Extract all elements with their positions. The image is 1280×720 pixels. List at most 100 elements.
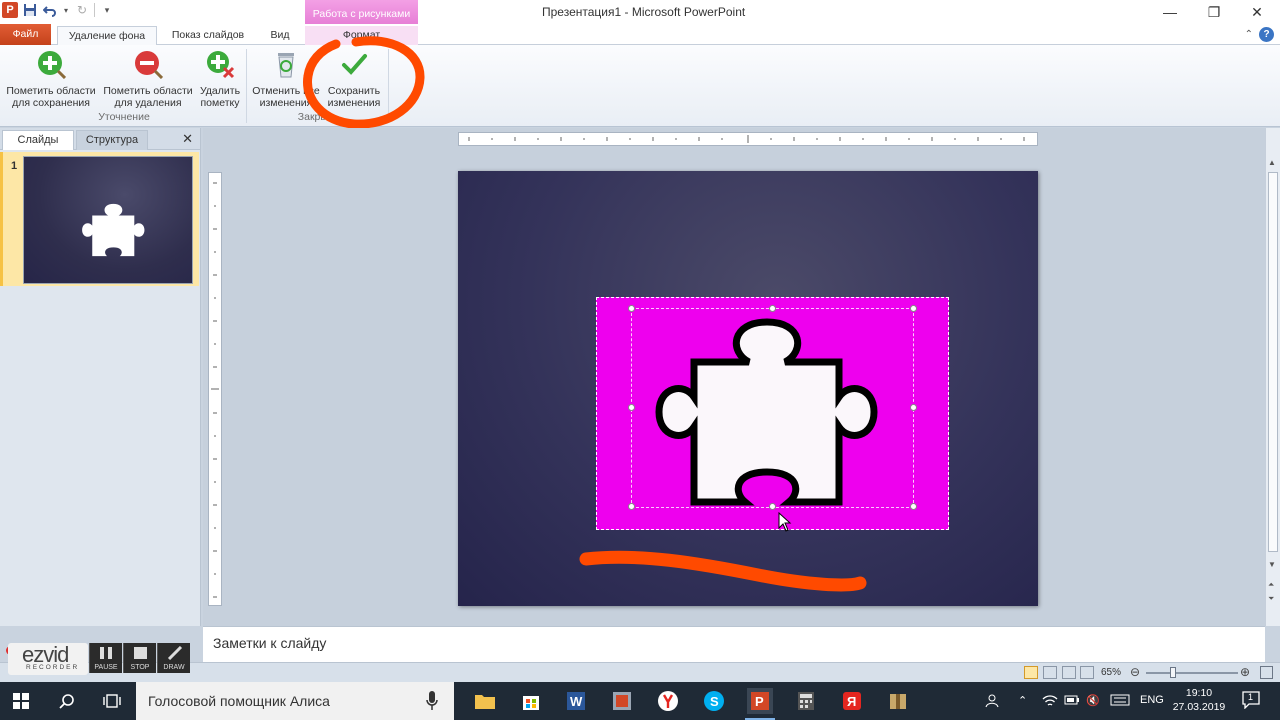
pane-tabs: Слайды Структура ✕ xyxy=(0,128,200,150)
network-icon[interactable] xyxy=(1042,694,1058,711)
zoom-in-icon[interactable]: ⊕ xyxy=(1240,665,1250,679)
store-icon[interactable] xyxy=(518,688,544,714)
scrollbar-thumb[interactable] xyxy=(1268,172,1278,552)
annotation-underline xyxy=(579,550,867,592)
close-pane-icon[interactable]: ✕ xyxy=(182,131,193,147)
help-icon[interactable]: ? xyxy=(1259,27,1274,42)
tab-background-removal[interactable]: Удаление фона xyxy=(57,26,157,46)
battery-icon[interactable] xyxy=(1064,694,1080,709)
resize-handle[interactable] xyxy=(769,305,776,312)
notes-pane[interactable]: Заметки к слайду xyxy=(203,626,1265,662)
slides-pane: Слайды Структура ✕ 1 xyxy=(0,128,201,626)
horizontal-ruler-ticks xyxy=(468,135,1025,143)
ezvid-stop-button[interactable]: STOP xyxy=(123,643,156,673)
slide-thumbnail[interactable] xyxy=(23,156,193,284)
keyboard-icon[interactable] xyxy=(1110,694,1130,709)
tab-view[interactable]: Вид xyxy=(262,26,298,45)
window-title: Презентация1 - Microsoft PowerPoint xyxy=(542,5,746,19)
delete-mark-label: Удалить пометку xyxy=(199,85,241,109)
fit-slide-icon[interactable] xyxy=(1260,666,1273,679)
zoom-slider-thumb[interactable] xyxy=(1170,667,1176,678)
zoom-level[interactable]: 65% xyxy=(1101,667,1121,678)
save-icon[interactable] xyxy=(22,2,38,18)
svg-text:S: S xyxy=(710,694,719,709)
draw-label: DRAW xyxy=(163,664,185,671)
horizontal-ruler[interactable] xyxy=(458,132,1038,146)
vertical-scrollbar[interactable]: ▲ ▼ ⏶ ⏷ xyxy=(1265,128,1280,626)
mark-remove-button[interactable]: Пометить области для удаления xyxy=(100,49,196,109)
tray-expand-icon[interactable]: ⌃ xyxy=(1018,694,1027,707)
minus-pen-icon xyxy=(133,49,164,80)
plus-pen-icon xyxy=(36,49,67,80)
calculator-icon[interactable] xyxy=(793,688,819,714)
windows-taskbar: Голосовой помощник Алиса W S P Я ⌃ 🔇 ENG… xyxy=(0,682,1280,720)
resize-handle[interactable] xyxy=(910,404,917,411)
mark-keep-label: Пометить области для сохранения xyxy=(6,85,96,109)
resize-handle[interactable] xyxy=(910,305,917,312)
tab-outline[interactable]: Структура xyxy=(76,130,148,150)
notifications-icon[interactable]: 1 xyxy=(1242,691,1260,712)
ezvid-draw-button[interactable]: DRAW xyxy=(157,643,190,673)
view-reading-icon[interactable] xyxy=(1062,666,1076,679)
slide-thumbnail-item[interactable]: 1 xyxy=(0,152,199,286)
file-explorer-icon[interactable] xyxy=(472,688,498,714)
search-placeholder: Голосовой помощник Алиса xyxy=(148,693,330,709)
resize-handle[interactable] xyxy=(769,503,776,510)
tab-slide-show[interactable]: Показ слайдов xyxy=(164,26,252,45)
tab-slides[interactable]: Слайды xyxy=(2,130,74,150)
restore-icon[interactable]: ❐ xyxy=(1202,4,1226,20)
powerpoint-logo-icon[interactable]: P xyxy=(2,2,18,18)
zoom-slider[interactable] xyxy=(1146,672,1238,674)
next-slide-icon[interactable]: ⏷ xyxy=(1268,594,1274,604)
collapse-ribbon-icon[interactable]: ⌃ xyxy=(1245,29,1253,40)
taskbar-search-input[interactable]: Голосовой помощник Алиса xyxy=(136,682,454,720)
archive-app-icon[interactable] xyxy=(885,688,911,714)
view-sorter-icon[interactable] xyxy=(1043,666,1057,679)
close-icon[interactable]: ✕ xyxy=(1245,4,1269,20)
resize-handle[interactable] xyxy=(628,404,635,411)
yandex-browser-icon[interactable] xyxy=(655,688,681,714)
resize-handle[interactable] xyxy=(910,503,917,510)
picture-tools-context-header: Работа с рисунками xyxy=(305,0,418,24)
undo-dropdown-icon[interactable]: ▾ xyxy=(62,2,70,18)
resize-handle[interactable] xyxy=(628,305,635,312)
group-refine-label: Уточнение xyxy=(98,111,150,123)
title-bar: P ▾ ↻ ▾ Работа с рисунками Презентация1 … xyxy=(0,0,1280,24)
publisher-icon[interactable] xyxy=(609,688,635,714)
view-slideshow-icon[interactable] xyxy=(1080,666,1094,679)
word-icon[interactable]: W xyxy=(563,688,589,714)
windows-start-icon[interactable] xyxy=(8,688,34,714)
skype-icon[interactable]: S xyxy=(701,688,727,714)
picture-background-removal[interactable] xyxy=(596,297,949,530)
minimize-icon[interactable]: — xyxy=(1158,4,1182,20)
language-indicator[interactable]: ENG xyxy=(1140,694,1164,706)
scroll-up-icon[interactable]: ▲ xyxy=(1268,158,1276,167)
delete-mark-icon xyxy=(205,49,235,79)
volume-muted-icon[interactable]: 🔇 xyxy=(1086,694,1100,707)
task-view-icon[interactable] xyxy=(99,688,125,714)
customize-toolbar-icon[interactable]: ▾ xyxy=(99,2,115,18)
mark-keep-button[interactable]: Пометить области для сохранения xyxy=(4,49,98,109)
redo-icon[interactable]: ↻ xyxy=(74,2,90,18)
taskbar-clock[interactable]: 19:10 27.03.2019 xyxy=(1170,686,1228,714)
view-normal-icon[interactable] xyxy=(1024,666,1038,679)
vertical-ruler[interactable] xyxy=(208,172,222,606)
scroll-down-icon[interactable]: ▼ xyxy=(1268,560,1276,569)
prev-slide-icon[interactable]: ⏶ xyxy=(1268,580,1274,590)
powerpoint-taskbar-icon[interactable]: P xyxy=(747,688,773,714)
resize-handle[interactable] xyxy=(628,503,635,510)
svg-text:W: W xyxy=(570,694,583,709)
svg-text:P: P xyxy=(755,694,764,709)
zoom-out-icon[interactable]: ⊖ xyxy=(1130,665,1140,679)
ezvid-pause-button[interactable]: PAUSE xyxy=(89,643,122,673)
yandex-icon[interactable]: Я xyxy=(839,688,865,714)
microphone-icon[interactable] xyxy=(426,691,438,714)
puzzle-piece-thumb-icon xyxy=(82,203,145,257)
delete-mark-button[interactable]: Удалить пометку xyxy=(196,49,244,109)
tab-file[interactable]: Файл xyxy=(0,24,51,45)
undo-icon[interactable] xyxy=(42,2,58,18)
search-icon[interactable] xyxy=(54,688,80,714)
annotation-circle xyxy=(303,36,425,129)
toolbar-separator xyxy=(94,3,95,17)
people-icon[interactable] xyxy=(985,694,999,711)
